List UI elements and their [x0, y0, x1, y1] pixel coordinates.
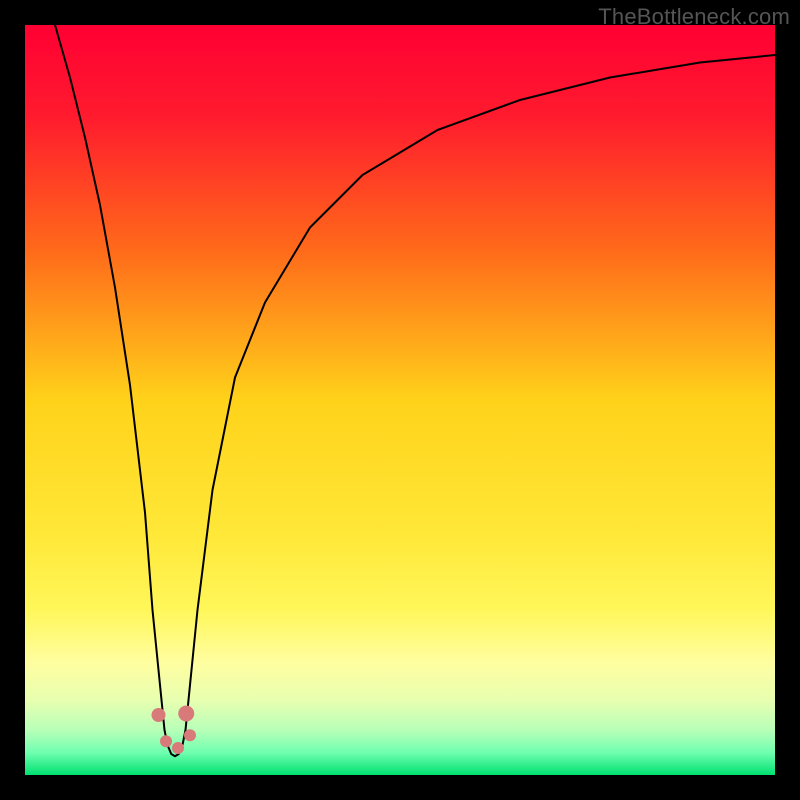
- valley-marker-left: [152, 708, 166, 722]
- chart-frame: TheBottleneck.com: [0, 0, 800, 800]
- watermark-text: TheBottleneck.com: [598, 4, 790, 30]
- chart-plot-area: [25, 25, 775, 775]
- valley-marker-bottom1: [160, 735, 172, 747]
- valley-marker-right: [184, 729, 196, 741]
- chart-svg: [25, 25, 775, 775]
- valley-marker-center: [178, 706, 194, 722]
- chart-background: [25, 25, 775, 775]
- valley-marker-bottom2: [172, 742, 184, 754]
